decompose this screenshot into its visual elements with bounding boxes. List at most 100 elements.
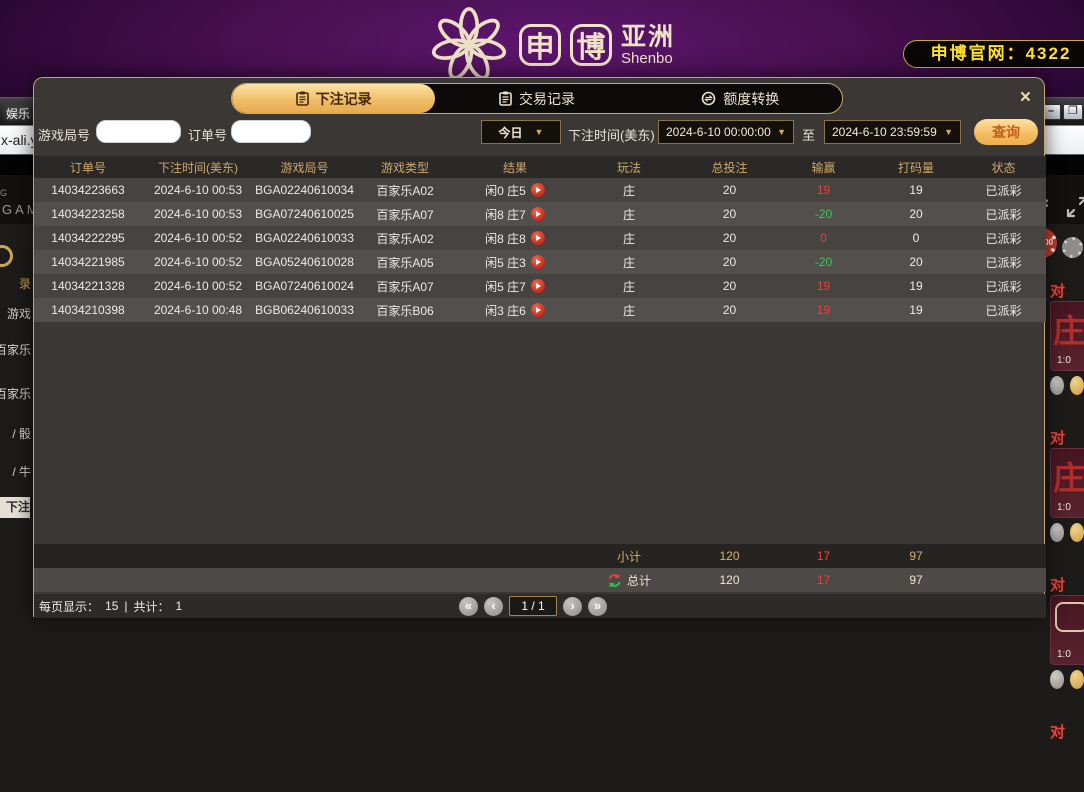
page-summary: 每页显示： 15 | 共计： 1	[39, 598, 182, 615]
replay-icon[interactable]	[530, 183, 545, 197]
next-page-button[interactable]: ›	[563, 596, 582, 616]
bet-pill-gray[interactable]	[1050, 376, 1064, 395]
cell-valid-bet: 19	[909, 279, 923, 293]
bet-pill-gray[interactable]	[1050, 523, 1064, 542]
cell-result: 闲8 庄8	[455, 230, 575, 247]
left-menu-fragment-text: / 牛	[12, 465, 31, 479]
cell-total-bet: 20	[722, 279, 737, 293]
table-row[interactable]: 14034223663 2024-6-10 00:53 BGA02240610034…	[34, 178, 1046, 202]
pair-bet-label: 对	[1050, 724, 1066, 741]
left-menu-fragment-text: 下注	[5, 500, 30, 514]
table-row[interactable]: 14034221328 2024-6-10 00:52 BGA07240610024…	[34, 274, 1046, 298]
cell-result: 闲0 庄5	[455, 182, 575, 199]
result-text: 闲3 庄6	[485, 303, 526, 318]
clipboard-icon	[499, 91, 512, 106]
subtotal-label: 小计	[616, 549, 641, 564]
site-logo: 申 博 亚洲 Shenbo	[428, 4, 675, 86]
cell-total-bet: 20	[722, 183, 737, 197]
column-header: 结果	[502, 160, 527, 175]
cell-winloss: 19	[816, 183, 831, 197]
replay-icon[interactable]	[530, 231, 545, 245]
table-row[interactable]: 14034221985 2024-6-10 00:52 BGA05240610028…	[34, 250, 1046, 274]
tab-bet-records[interactable]: 下注记录	[232, 84, 436, 113]
cell-status: 已派彩	[985, 279, 1022, 294]
chevron-down-icon: ▼	[534, 127, 544, 137]
cell-order-no: 14034221328	[51, 279, 125, 293]
tab-quota-transfer[interactable]: 额度转换	[639, 84, 842, 113]
replay-icon[interactable]	[530, 279, 545, 293]
bet-panel-fragment[interactable]: 对 1:0	[1050, 574, 1084, 689]
date-to-select[interactable]: 2024-6-10 23:59:59 ▼	[824, 120, 961, 144]
order-no-label: 订单号	[188, 128, 228, 143]
prev-page-button[interactable]: ‹	[484, 596, 503, 616]
bet-pill-gray[interactable]	[1050, 670, 1064, 689]
query-button[interactable]: 查询	[974, 119, 1038, 145]
order-no-input[interactable]	[231, 120, 311, 143]
bet-pill-gold[interactable]	[1070, 523, 1084, 542]
cell-total-bet: 20	[722, 231, 737, 245]
total-label: 共计：	[133, 599, 170, 614]
maximize-button[interactable]: ❐	[1063, 104, 1083, 120]
column-header: 游戏类型	[380, 160, 429, 175]
refresh-icon[interactable]	[607, 573, 622, 588]
result-text: 闲5 庄7	[485, 279, 526, 294]
cell-bet-time: 2024-6-10 00:53	[153, 207, 243, 221]
logo-region-text: 亚洲	[621, 22, 676, 51]
left-menu-fragment[interactable]: 百家乐	[0, 341, 31, 358]
close-icon[interactable]: ×	[1020, 87, 1031, 109]
subtotal-valid: 97	[909, 549, 923, 563]
left-menu-fragment[interactable]: 下注	[0, 497, 30, 518]
left-menu-fragment-text: / 骰	[12, 427, 31, 441]
game-round-input[interactable]	[96, 120, 181, 143]
column-header: 打码量	[897, 160, 934, 175]
replay-icon[interactable]	[530, 207, 545, 221]
left-menu-fragment-text: 百家乐	[0, 387, 31, 401]
cell-valid-bet: 19	[909, 183, 923, 197]
cell-play-type: 庄	[622, 207, 635, 222]
bet-zone-fragment[interactable]: 1:0	[1050, 595, 1084, 665]
bet-panel-fragment[interactable]: 对庄 1:0	[1050, 427, 1084, 542]
grandtotal-winloss: 17	[816, 573, 831, 587]
bet-pill-gold[interactable]	[1070, 376, 1084, 395]
page-indicator: 1 / 1	[509, 596, 557, 616]
cell-game-round: BGA02240610034	[255, 183, 354, 197]
left-menu-fragment[interactable]: / 骰	[0, 425, 31, 442]
to-label: 至	[802, 128, 816, 143]
date-to-value: 2024-6-10 23:59:59	[832, 125, 937, 139]
cell-order-no: 14034221985	[51, 255, 125, 269]
pair-bet-label: 对	[1050, 283, 1066, 300]
table-row[interactable]: 14034223258 2024-6-10 00:53 BGA07240610025…	[34, 202, 1046, 226]
cell-game-round: BGA05240610028	[255, 255, 354, 269]
bet-zone-fragment[interactable]: 庄 1:0	[1050, 448, 1084, 518]
column-header: 玩法	[616, 160, 641, 175]
left-menu-fragment[interactable]: 游戏	[0, 305, 31, 322]
grandtotal-label: 总计	[626, 573, 651, 588]
left-menu-fragment[interactable]: 百家乐	[0, 385, 31, 402]
range-select[interactable]: 今日 ▼	[481, 120, 561, 144]
tab-transaction-records[interactable]: 交易记录	[435, 84, 638, 113]
replay-icon[interactable]	[530, 303, 545, 317]
odds-text: 1:0	[1057, 355, 1071, 366]
bet-panel-fragment[interactable]: 对庄 1:0	[1050, 280, 1084, 395]
gaming-logo-fragment: G	[0, 188, 8, 198]
bet-zone-fragment[interactable]: 庄 1:0	[1050, 301, 1084, 371]
table-row[interactable]: 14034222295 2024-6-10 00:52 BGA02240610033…	[34, 226, 1046, 250]
column-header: 输赢	[811, 160, 836, 175]
chip-settings-icon[interactable]	[1062, 237, 1083, 258]
replay-icon[interactable]	[530, 255, 545, 269]
cell-total-bet: 20	[722, 207, 737, 221]
bet-pill-gold[interactable]	[1070, 670, 1084, 689]
left-menu-fragment[interactable]: 录	[0, 275, 31, 292]
subtotal-winloss: 17	[816, 549, 831, 563]
cell-order-no: 14034223258	[51, 207, 125, 221]
cell-play-type: 庄	[622, 279, 635, 294]
date-from-select[interactable]: 2024-6-10 00:00:00 ▼	[658, 120, 794, 144]
flower-logo-icon	[431, 7, 507, 80]
cell-play-type: 庄	[622, 183, 635, 198]
fullscreen-icon[interactable]	[1066, 196, 1084, 218]
last-page-button[interactable]: »	[588, 596, 607, 616]
first-page-button[interactable]: «	[459, 596, 478, 616]
left-menu-fragment[interactable]: / 牛	[0, 463, 31, 480]
table-row[interactable]: 14034210398 2024-6-10 00:48 BGB06240610033…	[34, 298, 1046, 322]
cell-winloss: 19	[816, 303, 831, 317]
